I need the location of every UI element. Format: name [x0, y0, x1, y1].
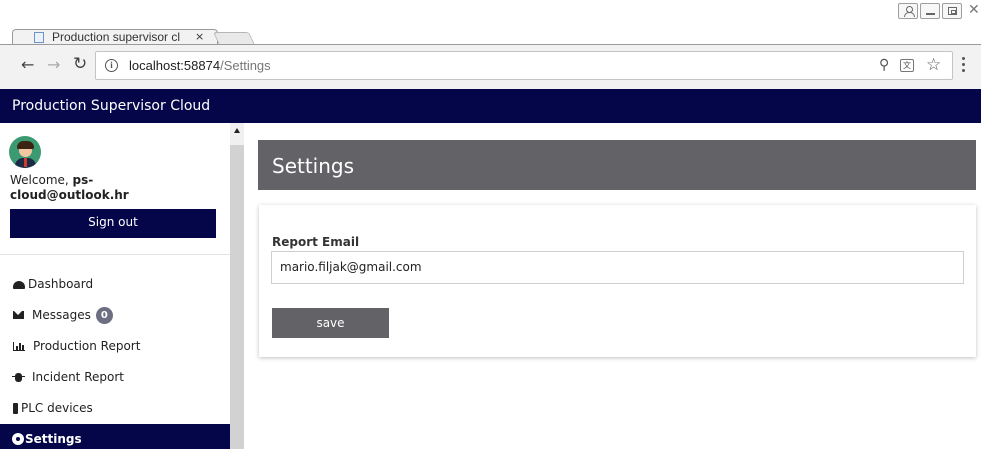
- sidebar-item-incident-report[interactable]: Incident Report: [0, 362, 230, 393]
- restore-icon: [948, 7, 957, 15]
- sidebar-item-messages[interactable]: Messages 0: [0, 300, 230, 331]
- plc-device-icon: [13, 403, 18, 414]
- bug-icon: [12, 373, 25, 382]
- app-title[interactable]: Production Supervisor Cloud: [12, 89, 210, 123]
- browser-tab[interactable]: Production supervisor cl ×: [12, 29, 218, 45]
- settings-card: Report Email mario.filjak@gmail.com save: [259, 205, 976, 357]
- sidebar: Welcome, ps-cloud@outlook.hr Sign out Da…: [0, 123, 244, 449]
- sidebar-divider: [0, 254, 230, 255]
- sidebar-item-plc-devices[interactable]: PLC devices: [0, 393, 230, 424]
- welcome-prefix: Welcome,: [10, 173, 73, 187]
- sidebar-item-label: Dashboard: [28, 277, 94, 291]
- sidebar-item-label: Messages: [32, 308, 91, 322]
- app-header: Production Supervisor Cloud: [0, 89, 981, 123]
- forward-arrow-icon[interactable]: →: [47, 57, 60, 73]
- scroll-up-arrow-icon[interactable]: [234, 128, 240, 133]
- window-close-button[interactable]: ✕: [964, 2, 981, 19]
- envelope-icon: [13, 311, 24, 319]
- browser-tab-strip: Production supervisor cl × ✕: [0, 0, 981, 45]
- sidebar-item-production-report[interactable]: Production Report: [0, 331, 230, 362]
- minimize-button[interactable]: [920, 3, 940, 19]
- user-icon: [904, 6, 915, 17]
- sidebar-item-label: Production Report: [33, 339, 141, 353]
- close-icon: ✕: [968, 2, 980, 18]
- sidebar-item-settings[interactable]: Settings: [0, 424, 230, 449]
- browser-menu-icon[interactable]: [962, 57, 966, 75]
- window-controls: ✕: [898, 2, 981, 20]
- save-button[interactable]: save: [272, 308, 389, 338]
- report-email-input[interactable]: mario.filjak@gmail.com: [271, 251, 964, 284]
- bar-chart-icon: [13, 342, 25, 351]
- sidebar-item-label: PLC devices: [21, 401, 93, 415]
- address-bar[interactable]: i localhost:58874/Settings ⚲ 文 ☆: [95, 51, 953, 80]
- profile-button[interactable]: [898, 3, 918, 19]
- avatar: [9, 136, 41, 168]
- url-path: /Settings: [220, 58, 271, 73]
- page-title: Settings: [272, 154, 355, 178]
- gear-icon: [13, 434, 23, 444]
- browser-tab-title: Production supervisor cl: [52, 30, 181, 44]
- maximize-button[interactable]: [942, 3, 962, 19]
- scrollbar-up-area[interactable]: [230, 123, 244, 145]
- sidebar-item-label: Incident Report: [32, 370, 124, 384]
- sidebar-item-label: Settings: [25, 432, 82, 446]
- url-text[interactable]: localhost:58874/Settings: [129, 52, 271, 79]
- dashboard-icon: [13, 281, 25, 289]
- page-header: Settings: [258, 140, 976, 190]
- site-info-icon[interactable]: i: [105, 59, 118, 72]
- translate-icon[interactable]: 文: [900, 59, 914, 72]
- messages-count-badge: 0: [95, 307, 113, 324]
- back-arrow-icon[interactable]: ←: [21, 57, 34, 73]
- sign-out-button[interactable]: Sign out: [10, 209, 216, 238]
- report-email-label: Report Email: [272, 235, 360, 249]
- browser-toolbar: ← → ↻ i localhost:58874/Settings ⚲ 文 ☆: [0, 44, 981, 89]
- bookmark-star-icon[interactable]: ☆: [926, 55, 941, 75]
- sidebar-item-dashboard[interactable]: Dashboard: [0, 269, 230, 300]
- minimize-icon: [926, 13, 935, 15]
- zoom-icon[interactable]: ⚲: [879, 57, 889, 73]
- page-favicon-icon: [34, 32, 44, 43]
- reload-icon[interactable]: ↻: [73, 56, 87, 73]
- tab-close-icon[interactable]: ×: [195, 29, 204, 45]
- welcome-text: Welcome, ps-cloud@outlook.hr: [10, 173, 210, 203]
- sidebar-scrollbar[interactable]: [230, 123, 244, 449]
- sidebar-nav: Dashboard Messages 0 Production Report In…: [0, 269, 230, 449]
- url-host: localhost:58874: [129, 58, 221, 73]
